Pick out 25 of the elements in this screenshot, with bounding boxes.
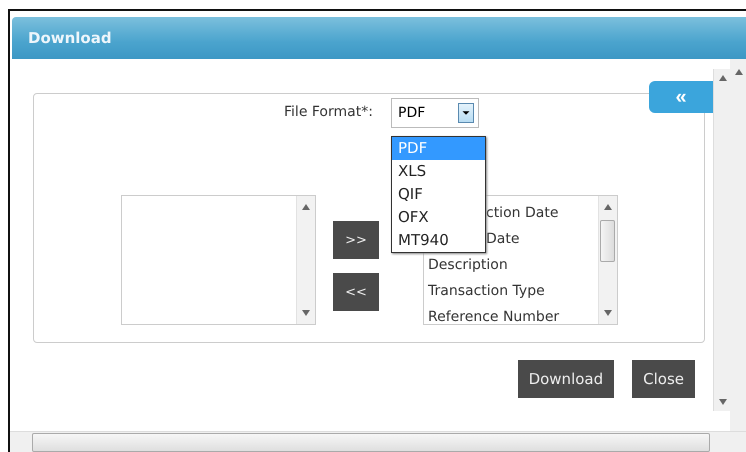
caret-icon: [458, 103, 474, 123]
dropdown-option[interactable]: OFX: [392, 206, 485, 229]
scroll-up-icon[interactable]: [302, 204, 310, 210]
file-format-select[interactable]: PDF: [391, 98, 479, 128]
scrollbar[interactable]: [730, 59, 746, 431]
scroll-up-icon[interactable]: [604, 204, 612, 210]
file-format-label: File Format*:: [284, 104, 373, 120]
scrollbar[interactable]: [296, 196, 315, 324]
horizontal-scrollbar[interactable]: [10, 431, 746, 452]
scrollbar[interactable]: [713, 69, 730, 411]
close-button[interactable]: Close: [632, 360, 695, 398]
download-button[interactable]: Download: [518, 360, 614, 398]
list-item[interactable]: Transaction Type: [424, 278, 598, 304]
scroll-down-icon[interactable]: [604, 310, 612, 316]
remove-button[interactable]: <<: [333, 273, 379, 311]
dropdown-option[interactable]: QIF: [392, 183, 485, 206]
scroll-down-icon[interactable]: [719, 399, 727, 405]
scrollbar[interactable]: [598, 196, 617, 324]
list-item[interactable]: Reference Number: [424, 304, 598, 324]
dropdown-option[interactable]: XLS: [392, 160, 485, 183]
scroll-down-icon[interactable]: [302, 310, 310, 316]
add-button[interactable]: >>: [333, 221, 379, 259]
list-item[interactable]: Description: [424, 252, 598, 278]
window-title: Download: [28, 29, 112, 47]
dropdown-option[interactable]: MT940: [392, 229, 485, 252]
